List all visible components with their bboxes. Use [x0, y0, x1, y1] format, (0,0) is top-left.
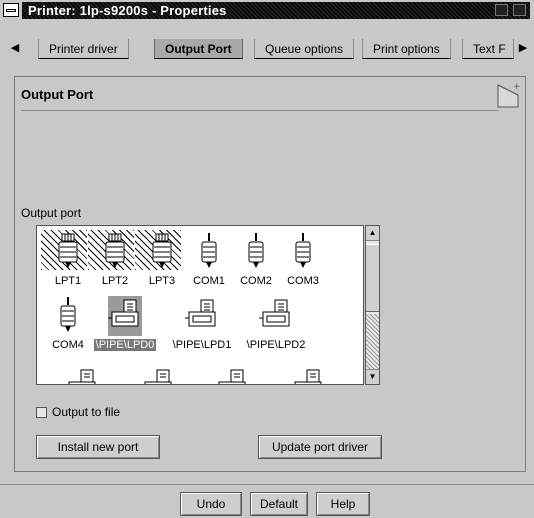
title-bar: Printer: 1lp-s9200s - Properties: [0, 0, 534, 21]
tab-scroll-left-icon[interactable]: ◀: [6, 39, 24, 57]
install-new-port-button[interactable]: Install new port: [36, 435, 160, 459]
port-label: \PIPE\LPD0: [93, 339, 157, 351]
output-to-file-label: Output to file: [52, 405, 121, 419]
scroll-down-icon[interactable]: ▼: [366, 369, 379, 384]
scroll-up-icon[interactable]: ▲: [366, 226, 379, 241]
serial-port-icon: [201, 233, 217, 268]
serial-port-icon: [60, 297, 76, 332]
default-button[interactable]: Default: [250, 492, 308, 516]
port-item-partial[interactable]: [207, 364, 257, 384]
help-button[interactable]: Help: [316, 492, 370, 516]
tab-printer-driver[interactable]: Printer driver: [38, 39, 129, 59]
parallel-port-icon: [152, 233, 172, 268]
port-item-com4[interactable]: COM4: [43, 294, 93, 351]
port-item-pipe-lpd1[interactable]: \PIPE\LPD1: [173, 294, 231, 351]
parallel-port-icon: [58, 233, 78, 268]
scroll-track[interactable]: [366, 314, 379, 370]
port-item-pipe-lpd0[interactable]: \PIPE\LPD0: [93, 294, 157, 351]
printer-window-icon[interactable]: [3, 3, 19, 17]
port-item-partial[interactable]: [283, 364, 333, 384]
port-label: COM3: [287, 275, 319, 287]
printer-icon: [108, 296, 142, 336]
update-port-driver-button[interactable]: Update port driver: [258, 435, 382, 459]
page-title: Output Port: [21, 87, 94, 102]
window-title: Printer: 1lp-s9200s - Properties: [28, 3, 227, 18]
output-port-label: Output port: [21, 206, 82, 220]
tab-output-port[interactable]: Output Port: [154, 39, 243, 59]
port-item-partial[interactable]: [57, 364, 107, 384]
scroll-thumb[interactable]: [366, 244, 379, 312]
port-label: \PIPE\LPD1: [172, 339, 232, 351]
serial-port-icon: [248, 233, 264, 268]
printer-icon: [218, 369, 246, 384]
svg-text:+: +: [513, 82, 521, 92]
page-corner-fold-icon[interactable]: +: [495, 81, 521, 111]
output-to-file-checkbox[interactable]: [36, 407, 47, 418]
printer-icon: [144, 369, 172, 384]
tab-bar: ◀ Printer driver Output Port Queue optio…: [0, 21, 534, 59]
minimize-button[interactable]: [495, 4, 508, 16]
title-strip[interactable]: Printer: 1lp-s9200s - Properties: [22, 2, 530, 19]
tab-scroll-right-icon[interactable]: ▶: [514, 39, 532, 57]
output-port-page: Output Port + Output port LPT1 LPT2 LPT3…: [14, 76, 526, 472]
output-port-list[interactable]: LPT1 LPT2 LPT3 COM1 COM2 COM3 COM4 \PIPE…: [36, 225, 364, 385]
port-list-scrollbar[interactable]: ▲ ▼: [365, 225, 380, 385]
printer-icon: [68, 369, 96, 384]
bottom-divider: [0, 484, 534, 485]
port-label: \PIPE\LPD2: [246, 339, 306, 351]
tab-queue-options[interactable]: Queue options: [254, 39, 355, 59]
tab-print-options[interactable]: Print options: [362, 39, 451, 59]
tab-text-font[interactable]: Text F: [462, 39, 514, 59]
title-divider: [21, 110, 499, 111]
printer-icon: [294, 369, 322, 384]
maximize-button[interactable]: [513, 4, 526, 16]
parallel-port-icon: [105, 233, 125, 268]
serial-port-icon: [295, 233, 311, 268]
undo-button[interactable]: Undo: [180, 492, 242, 516]
port-item-partial[interactable]: [133, 364, 183, 384]
printer-icon: [259, 299, 290, 327]
port-item-com3[interactable]: COM3: [278, 230, 328, 287]
printer-icon: [185, 299, 216, 327]
port-item-pipe-lpd2[interactable]: \PIPE\LPD2: [247, 294, 305, 351]
